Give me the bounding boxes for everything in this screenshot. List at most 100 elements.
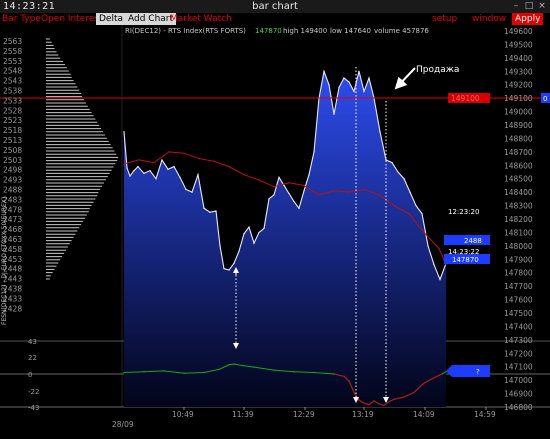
secondary-point bbox=[288, 182, 290, 184]
delta-point bbox=[183, 372, 185, 374]
menu-open-interest[interactable]: Open Interest bbox=[41, 13, 103, 25]
price-point bbox=[427, 245, 429, 247]
price-point bbox=[293, 200, 295, 203]
left-axis-tick: 2558 bbox=[3, 47, 22, 56]
price-point bbox=[123, 131, 125, 133]
price-point bbox=[209, 211, 211, 213]
price-point bbox=[363, 90, 365, 93]
menu-setup[interactable]: setup bbox=[432, 13, 457, 25]
side-label: FESN(DEC12) - DJ EURO STOXX 50(EUREX) bbox=[1, 197, 8, 325]
maximize-icon[interactable]: □ bbox=[524, 1, 534, 11]
delta-point bbox=[143, 370, 145, 373]
price-point bbox=[288, 192, 290, 195]
minimize-icon[interactable]: – bbox=[511, 1, 521, 11]
price-point bbox=[308, 174, 310, 176]
price-point bbox=[185, 188, 187, 191]
secondary-point bbox=[168, 151, 170, 153]
price-point bbox=[368, 77, 370, 79]
price-point bbox=[278, 176, 280, 178]
right-axis-tick: 147700 bbox=[504, 282, 533, 291]
left-axis-tick: 2538 bbox=[3, 87, 22, 96]
price-point bbox=[133, 170, 135, 172]
delta-axis-tick: -43 bbox=[28, 404, 39, 412]
right-axis-tick: 147800 bbox=[504, 269, 533, 278]
right-axis-tick: 146800 bbox=[504, 403, 533, 412]
price-point bbox=[126, 167, 128, 169]
left-axis-tick: 2543 bbox=[3, 77, 22, 86]
secondary-point bbox=[378, 194, 380, 196]
delta-point bbox=[123, 371, 125, 374]
left-axis-tick: 2548 bbox=[3, 67, 22, 76]
right-axis-tick: 148800 bbox=[504, 134, 533, 143]
right-axis-tick: 149400 bbox=[504, 54, 533, 63]
x-axis-tick: 28/09 bbox=[112, 420, 134, 429]
menu-window[interactable]: window bbox=[472, 13, 506, 25]
right-axis-tick: 147300 bbox=[504, 336, 533, 345]
left-axis-tick: 2493 bbox=[3, 176, 22, 185]
price-point bbox=[338, 86, 340, 88]
secondary-point bbox=[363, 188, 365, 191]
price-point bbox=[397, 171, 399, 173]
right-axis-tick: 149500 bbox=[504, 40, 533, 49]
delta-point bbox=[233, 363, 235, 365]
left-axis-tick: 2513 bbox=[3, 136, 22, 145]
right-axis-tick: 148300 bbox=[504, 202, 533, 211]
right-axis-tick: 148100 bbox=[504, 228, 533, 237]
right-axis-tick: 148600 bbox=[504, 161, 533, 170]
price-point bbox=[385, 159, 387, 161]
delta-point bbox=[253, 366, 255, 368]
price-point bbox=[161, 159, 163, 161]
close-icon[interactable]: × bbox=[537, 1, 547, 11]
price-point bbox=[283, 184, 285, 187]
delta-point bbox=[228, 364, 230, 366]
price-point bbox=[415, 204, 417, 207]
info-high: high 149400 bbox=[283, 27, 327, 35]
price-point bbox=[303, 190, 305, 192]
secondary-point bbox=[348, 191, 350, 193]
price-point bbox=[348, 81, 350, 83]
left-axis-tick: 2518 bbox=[3, 126, 22, 135]
badge-time-1: 12:23:20 bbox=[448, 208, 479, 216]
price-point bbox=[173, 166, 175, 168]
menu-bar-type[interactable]: Bar Type bbox=[2, 13, 41, 25]
right-axis-tick: 149300 bbox=[504, 67, 533, 76]
right-axis-tick: 149200 bbox=[504, 81, 533, 90]
secondary-point bbox=[198, 157, 200, 160]
price-point bbox=[313, 151, 315, 153]
delta-axis-tick: 22 bbox=[28, 354, 37, 362]
delta-axis-tick: 0 bbox=[28, 371, 32, 379]
left-axis-tick: 2498 bbox=[3, 166, 22, 175]
price-point bbox=[358, 70, 360, 72]
apply-button[interactable]: Apply bbox=[512, 13, 544, 25]
right-axis-tick: 148000 bbox=[504, 242, 533, 251]
delta-badge-bg bbox=[446, 365, 490, 377]
chart[interactable]: 2563255825532548254325382533252825232518… bbox=[0, 25, 550, 439]
right-axis-tick: 148200 bbox=[504, 215, 533, 224]
price-point bbox=[439, 278, 441, 281]
add-chart-button[interactable]: Add Chart bbox=[125, 13, 177, 25]
price-point bbox=[233, 262, 235, 264]
price-point bbox=[253, 242, 255, 244]
secondary-point bbox=[445, 263, 447, 266]
price-point bbox=[197, 174, 199, 176]
right-axis-tick: 147200 bbox=[504, 349, 533, 358]
price-point bbox=[298, 207, 300, 209]
price-point bbox=[191, 191, 193, 193]
price-point bbox=[149, 170, 151, 172]
right-axis-tick: 149000 bbox=[504, 108, 533, 117]
x-axis-tick: 11:39 bbox=[232, 410, 254, 419]
right-axis-tick: 147600 bbox=[504, 296, 533, 305]
price-point bbox=[433, 264, 435, 266]
price-point bbox=[223, 268, 225, 270]
price-point bbox=[403, 178, 405, 180]
menu-market-watch[interactable]: Market Watch bbox=[170, 13, 232, 25]
price-point bbox=[167, 168, 169, 170]
left-axis-tick: 2508 bbox=[3, 146, 22, 155]
left-axis-tick: 2503 bbox=[3, 156, 22, 165]
delta-button[interactable]: Delta bbox=[96, 13, 127, 25]
delta-axis-tick: -22 bbox=[28, 388, 39, 396]
left-axis-tick: 2553 bbox=[3, 57, 22, 66]
price-point bbox=[215, 210, 217, 212]
delta-point bbox=[203, 371, 205, 374]
right-axis-tick: 147100 bbox=[504, 363, 533, 372]
